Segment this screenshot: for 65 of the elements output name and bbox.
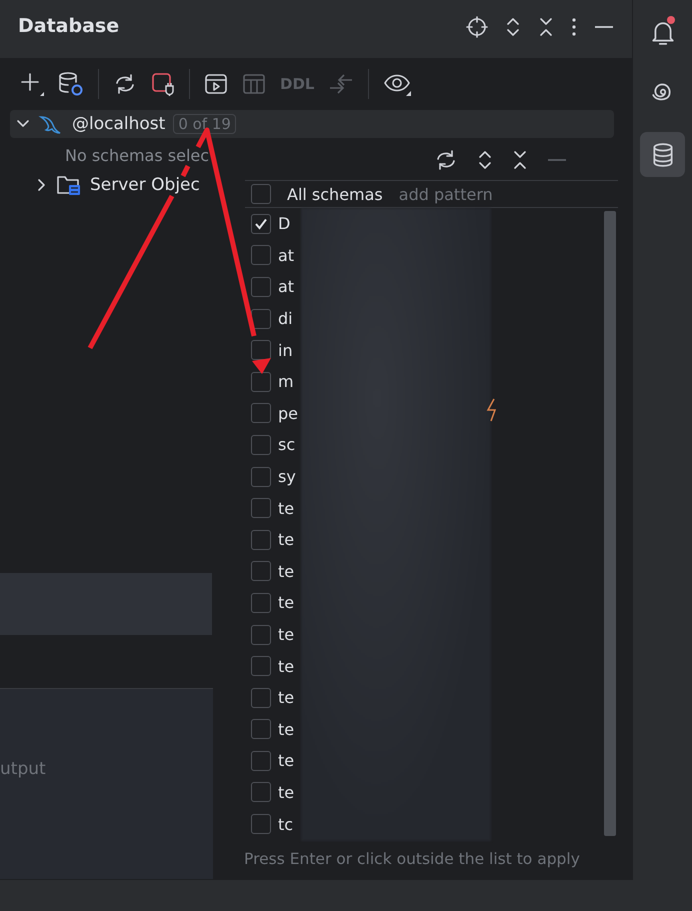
checkbox[interactable] [251, 245, 271, 266]
checkbox[interactable] [251, 814, 271, 834]
schema-name[interactable]: te [278, 688, 294, 708]
schema-name[interactable]: te [278, 720, 294, 739]
schema-name[interactable]: te [278, 782, 294, 802]
schema-name[interactable]: te [278, 530, 294, 550]
panel-title: Database [18, 15, 120, 37]
more-options-icon[interactable] [571, 16, 577, 38]
tree-note: No schemas selec [65, 146, 210, 165]
scrollbar[interactable] [604, 211, 616, 836]
collapse-icon[interactable] [538, 16, 554, 38]
schema-name[interactable]: te [278, 751, 294, 770]
checkbox[interactable] [251, 750, 271, 771]
bell-icon [650, 20, 676, 46]
schema-name[interactable]: m [278, 372, 294, 392]
schema-name[interactable]: at [278, 246, 294, 265]
datasource-settings-icon[interactable] [58, 71, 84, 97]
schema-name[interactable]: sc [278, 435, 296, 454]
schema-name[interactable]: te [278, 656, 294, 676]
checkbox[interactable] [251, 308, 271, 329]
checkbox[interactable] [251, 719, 271, 740]
schema-name[interactable]: te [278, 625, 294, 644]
compare-arrows-icon[interactable] [328, 72, 354, 96]
tree-item[interactable]: @localhost [72, 114, 166, 134]
schema-name[interactable]: at [278, 277, 294, 296]
checkbox[interactable] [251, 214, 271, 234]
table-icon[interactable] [242, 73, 266, 95]
checkbox[interactable] [251, 561, 271, 582]
check-icon [254, 216, 268, 231]
checkbox[interactable] [251, 688, 271, 708]
hint-text: Press Enter or click outside the list to apply [243, 849, 581, 868]
checkbox[interactable] [251, 434, 271, 455]
schema-name[interactable]: D [278, 214, 290, 234]
schema-name[interactable]: di [278, 309, 293, 328]
collapse-icon[interactable] [512, 149, 528, 171]
checkbox[interactable] [251, 276, 271, 297]
tree-item[interactable]: Server Objec [90, 175, 200, 195]
schema-name[interactable]: sy [278, 467, 296, 486]
checkbox[interactable] [251, 403, 271, 424]
checkbox[interactable] [251, 592, 271, 613]
checkbox[interactable] [251, 624, 271, 645]
checkbox[interactable] [251, 466, 271, 487]
expand-icon[interactable] [505, 16, 521, 38]
schema-name[interactable]: tc [278, 814, 294, 834]
schema-name[interactable]: te [278, 498, 294, 518]
console-icon[interactable] [204, 73, 228, 95]
all-schemas-label[interactable]: All schemas [287, 184, 383, 204]
schema-name[interactable]: pe [278, 404, 298, 423]
checkbox[interactable] [251, 498, 271, 518]
checkbox[interactable] [251, 530, 271, 550]
eye-icon[interactable] [383, 72, 412, 96]
expand-icon[interactable] [477, 149, 493, 171]
schema-name[interactable]: te [278, 562, 294, 581]
add-icon[interactable] [20, 72, 44, 96]
disconnect-icon[interactable] [151, 72, 175, 96]
checkbox[interactable] [251, 656, 271, 676]
schema-name[interactable]: te [278, 593, 294, 612]
refresh-icon[interactable] [113, 73, 137, 95]
checkbox[interactable] [251, 184, 271, 204]
schema-name[interactable]: in [278, 340, 293, 360]
checkbox[interactable] [251, 782, 271, 802]
target-icon[interactable] [466, 16, 488, 38]
folder-icon [56, 174, 82, 196]
tool-window-button[interactable] [640, 132, 685, 177]
output-label: utput [0, 759, 46, 779]
